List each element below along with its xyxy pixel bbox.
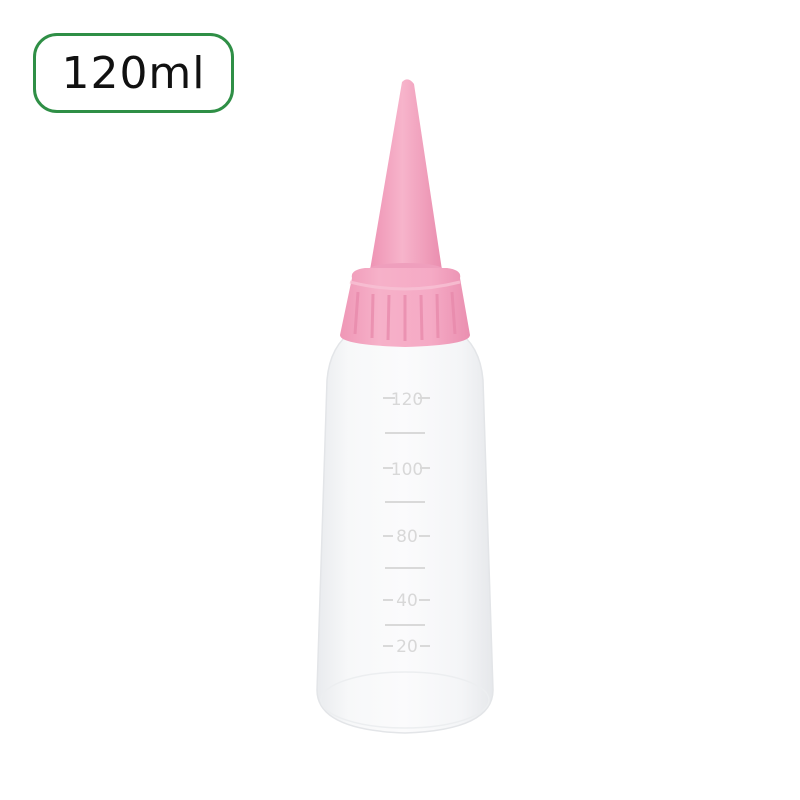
graduation-label-40: 40 (396, 591, 418, 611)
graduation-label-100: 100 (391, 460, 423, 480)
graduation-label-80: 80 (396, 527, 418, 547)
bottle-nozzle (370, 79, 442, 270)
graduation-label-20: 20 (396, 637, 418, 657)
bottle-illustration: 120 100 80 40 20 (316, 79, 494, 734)
graduation-label-120: 120 (391, 390, 423, 410)
